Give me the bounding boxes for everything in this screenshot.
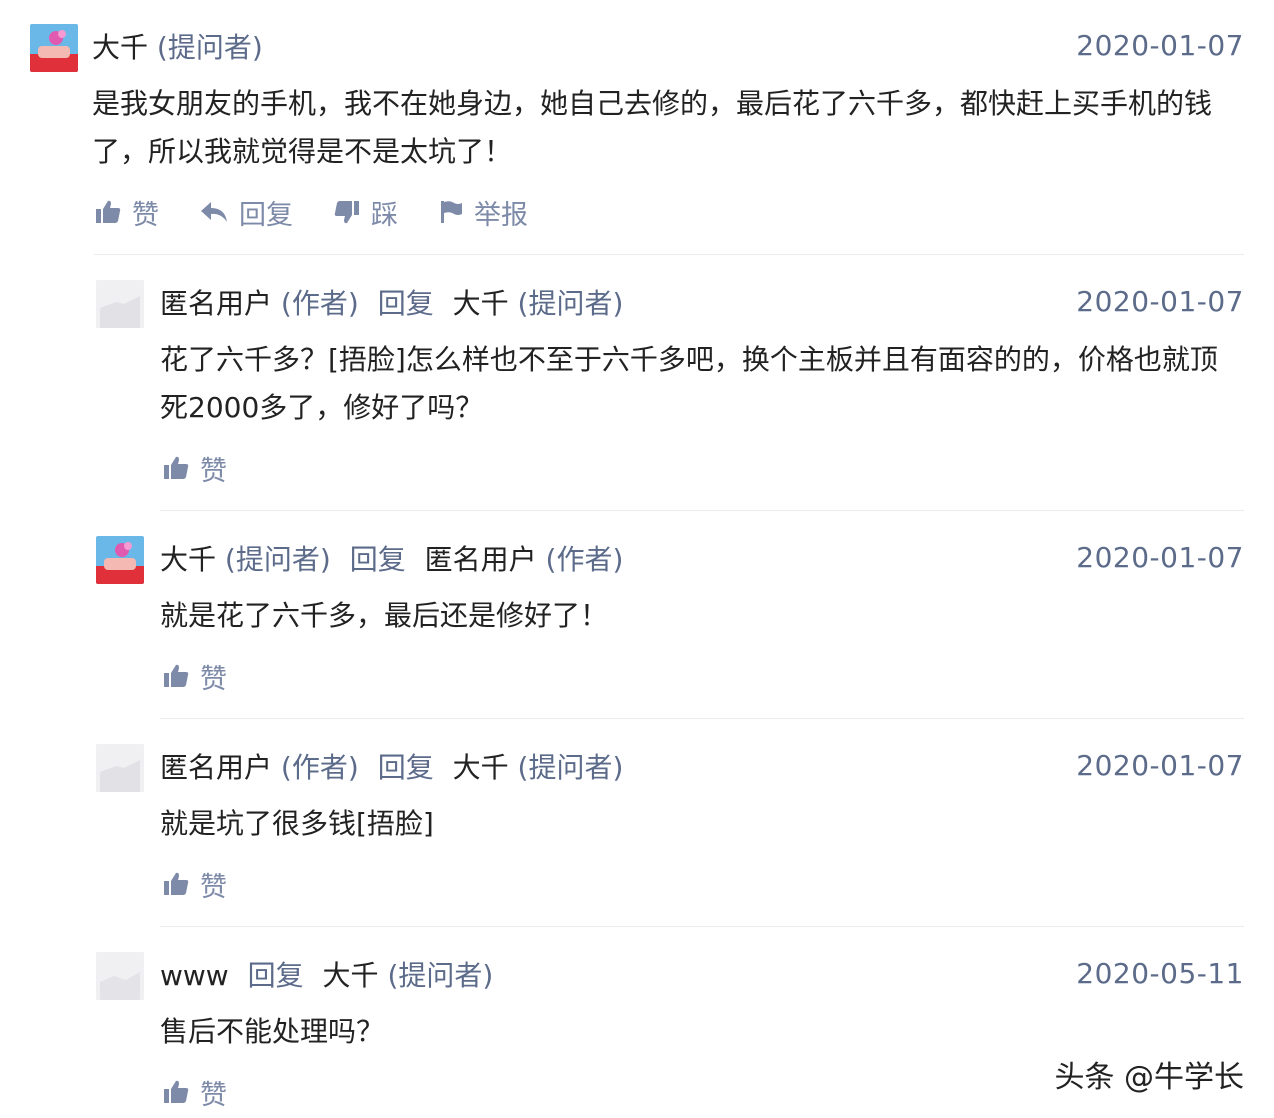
dislike-label: 踩 — [371, 199, 398, 231]
comment-date: 2020-05-11 — [1076, 957, 1244, 990]
reply-button[interactable]: 回复 — [199, 193, 293, 232]
reply-to-tag: (提问者) — [517, 287, 624, 320]
report-button[interactable]: 举报 — [438, 193, 528, 232]
reply-label: 回复 — [239, 199, 293, 231]
divider — [160, 718, 1244, 719]
avatar[interactable] — [30, 24, 78, 72]
avatar[interactable] — [96, 280, 144, 328]
reply-to-tag: (提问者) — [387, 959, 494, 992]
reply-to-name[interactable]: 大千 — [453, 751, 509, 784]
thumbs-up-icon — [164, 872, 189, 895]
dislike-button[interactable]: 踩 — [333, 193, 398, 232]
comment-header: 匿名用户 (作者) 回复 大千 (提问者) — [160, 284, 623, 324]
like-label: 赞 — [200, 663, 227, 695]
watermark: 头条 @牛学长 — [1054, 1060, 1244, 1095]
comment-text: 是我女朋友的手机，我不在她身边，她自己去修的，最后花了六千多，都快赶上买手机的钱… — [92, 87, 1213, 168]
avatar[interactable] — [96, 952, 144, 1000]
like-button[interactable]: 赞 — [162, 657, 227, 696]
report-label: 举报 — [474, 199, 528, 231]
comment-header: 匿名用户 (作者) 回复 大千 (提问者) — [160, 748, 623, 788]
comment-text: 售后不能处理吗？ — [160, 1015, 385, 1048]
author-name[interactable]: www — [160, 959, 229, 992]
thumbs-up-icon — [96, 200, 121, 223]
avatar[interactable] — [96, 744, 144, 792]
comment-text: 花了六千多？[捂脸]怎么样也不至于六千多吧，换个主板并且有面容的的，价格也就顶死… — [160, 343, 1218, 424]
like-button[interactable]: 赞 — [94, 193, 159, 232]
comment-text: 就是坑了很多钱[捂脸] — [160, 807, 434, 840]
comment-actions: 赞 — [162, 656, 267, 696]
reply-to-name[interactable]: 大千 — [323, 959, 379, 992]
comment-date: 2020-01-07 — [1076, 29, 1244, 62]
comment-actions: 赞 回复 踩 举报 — [94, 192, 568, 232]
comment-actions: 赞 — [162, 448, 267, 488]
divider — [94, 254, 1244, 255]
thumbs-down-icon — [334, 201, 359, 224]
comment-header: www 回复 大千 (提问者) — [160, 956, 493, 996]
reply-to-name[interactable]: 匿名用户 — [425, 543, 537, 576]
reply-word: 回复 — [349, 543, 406, 576]
comment-header: 大千 (提问者) — [92, 28, 263, 68]
comment-text: 就是花了六千多，最后还是修好了！ — [160, 599, 609, 632]
reply-arrow-icon — [201, 202, 227, 222]
reply-word: 回复 — [377, 751, 434, 784]
comment-date: 2020-01-07 — [1076, 541, 1244, 574]
author-name[interactable]: 大千 — [160, 543, 216, 576]
comment-date: 2020-01-07 — [1076, 749, 1244, 782]
comment-header: 大千 (提问者) 回复 匿名用户 (作者) — [160, 540, 623, 580]
like-button[interactable]: 赞 — [162, 449, 227, 488]
like-label: 赞 — [132, 199, 159, 231]
comment-actions: 赞 — [162, 1072, 267, 1112]
author-tag: (作者) — [280, 287, 359, 320]
avatar[interactable] — [96, 536, 144, 584]
divider — [160, 510, 1244, 511]
comment-actions: 赞 — [162, 864, 267, 904]
flag-icon — [441, 201, 462, 223]
author-tag: (作者) — [280, 751, 359, 784]
reply-to-tag: (作者) — [545, 543, 624, 576]
reply-word: 回复 — [377, 287, 434, 320]
reply-word: 回复 — [247, 959, 304, 992]
thumbs-up-icon — [164, 1080, 189, 1103]
reply-to-tag: (提问者) — [517, 751, 624, 784]
reply-to-name[interactable]: 大千 — [453, 287, 509, 320]
like-button[interactable]: 赞 — [162, 1073, 227, 1112]
author-tag: (提问者) — [224, 543, 331, 576]
thumbs-up-icon — [164, 456, 189, 479]
like-label: 赞 — [200, 455, 227, 487]
thumbs-up-icon — [164, 664, 189, 687]
like-button[interactable]: 赞 — [162, 865, 227, 904]
comment-date: 2020-01-07 — [1076, 285, 1244, 318]
author-tag: (提问者) — [156, 31, 263, 64]
author-name[interactable]: 匿名用户 — [160, 751, 272, 784]
author-name[interactable]: 匿名用户 — [160, 287, 272, 320]
like-label: 赞 — [200, 871, 227, 903]
divider — [160, 926, 1244, 927]
author-name[interactable]: 大千 — [92, 31, 148, 64]
like-label: 赞 — [200, 1079, 227, 1111]
